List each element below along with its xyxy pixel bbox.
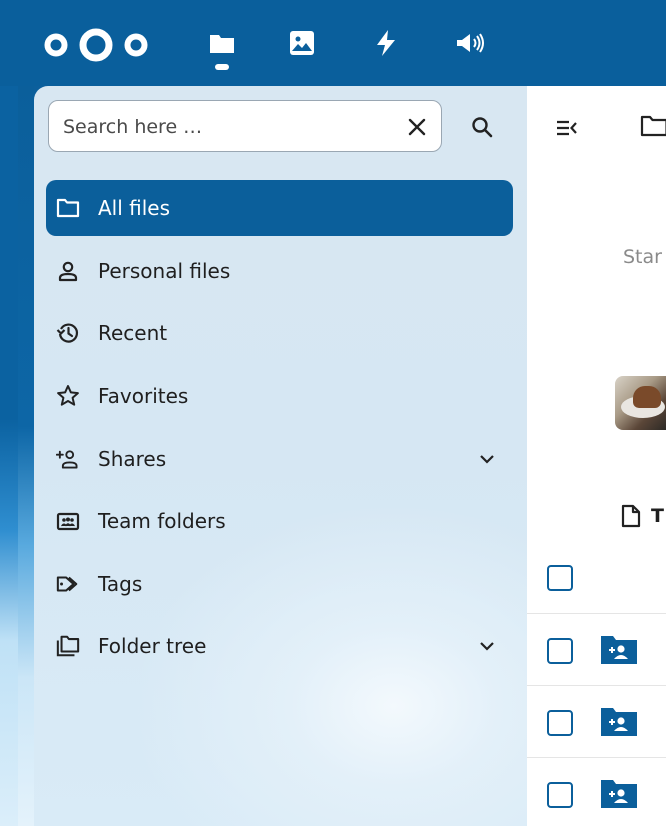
folder-icon: [640, 115, 666, 137]
file-icon: [621, 504, 641, 528]
row-checkbox[interactable]: [547, 638, 573, 664]
nextcloud-logo-icon[interactable]: [44, 28, 148, 62]
chevron-down-icon[interactable]: [477, 636, 497, 656]
menu-collapse-icon: [557, 120, 577, 136]
sidebar-item-label: Personal files: [98, 259, 231, 283]
shared-folder-icon: [601, 636, 637, 664]
sidebar-item-all-files[interactable]: All files: [46, 180, 513, 236]
sidebar-item-label: All files: [98, 196, 171, 220]
breadcrumb-home-folder[interactable]: [639, 114, 666, 140]
row-checkbox[interactable]: [547, 710, 573, 736]
close-icon: [408, 118, 426, 136]
announcements-app-icon[interactable]: [455, 28, 485, 58]
folder-multiple-icon: [56, 634, 80, 658]
sidebar-item-shares[interactable]: Shares: [46, 431, 513, 487]
sidebar-item-personal-files[interactable]: Personal files: [46, 243, 513, 299]
recommended-file-thumbnail[interactable]: [615, 376, 666, 430]
sidebar-item-label: Favorites: [98, 384, 189, 408]
sidebar-item-label: Team folders: [98, 509, 226, 533]
sidebar-item-tags[interactable]: Tags: [46, 556, 513, 612]
folder-icon: [56, 196, 80, 220]
select-all-checkbox[interactable]: [547, 565, 573, 591]
files-main-content: Star T: [527, 86, 666, 826]
sidebar-item-label: Tags: [98, 572, 143, 596]
sidebar-item-recent[interactable]: Recent: [46, 305, 513, 361]
sidebar-item-folder-tree[interactable]: Folder tree: [46, 618, 513, 674]
chevron-down-icon[interactable]: [477, 449, 497, 469]
table-row[interactable]: [527, 758, 666, 826]
user-icon: [56, 259, 80, 283]
file-label-text: T: [651, 505, 664, 527]
table-row[interactable]: [527, 614, 666, 686]
sidebar-item-favorites[interactable]: Favorites: [46, 368, 513, 424]
sidebar-item-label: Recent: [98, 321, 168, 345]
toggle-navigation-button[interactable]: [553, 114, 581, 142]
history-icon: [56, 321, 80, 345]
team-folder-icon: [56, 509, 80, 533]
shared-folder-icon: [601, 780, 637, 808]
files-app-icon[interactable]: [207, 28, 237, 58]
background-strip: [0, 86, 34, 826]
new-file-template[interactable]: T: [621, 504, 666, 528]
recommended-heading: Star: [623, 246, 662, 268]
shared-folder-icon: [601, 708, 637, 736]
row-checkbox[interactable]: [547, 782, 573, 808]
activity-app-icon[interactable]: [371, 28, 401, 58]
sidebar-item-label: Folder tree: [98, 634, 207, 658]
table-header-row: [527, 542, 666, 614]
tag-icon: [56, 572, 80, 596]
search-input[interactable]: [63, 113, 383, 141]
sidebar-item-team-folders[interactable]: Team folders: [46, 493, 513, 549]
navigation-sidebar: All files Personal files Recent Favorite…: [34, 86, 527, 826]
share-user-icon: [56, 447, 80, 471]
search-button[interactable]: [468, 113, 496, 141]
active-app-indicator: [215, 64, 229, 70]
star-icon: [56, 384, 80, 408]
search-icon: [472, 117, 493, 138]
clear-search-button[interactable]: [405, 115, 429, 139]
app-header: [0, 0, 666, 86]
sidebar-item-label: Shares: [98, 447, 167, 471]
table-row[interactable]: [527, 686, 666, 758]
photos-app-icon[interactable]: [287, 28, 317, 58]
search-field-container: [48, 100, 442, 152]
